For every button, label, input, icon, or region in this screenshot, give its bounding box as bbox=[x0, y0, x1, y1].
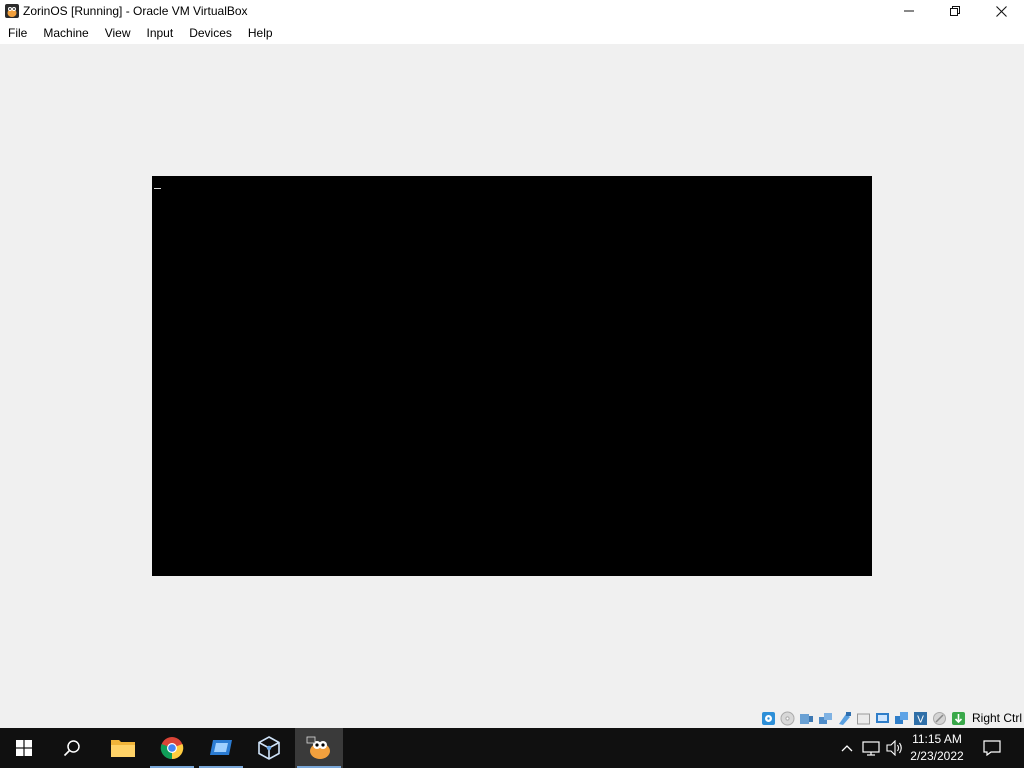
cpu-icon[interactable]: V bbox=[913, 711, 928, 726]
zorinos-vm-button[interactable] bbox=[295, 728, 343, 768]
menu-input[interactable]: Input bbox=[139, 22, 182, 44]
window-title: ZorinOS [Running] - Oracle VM VirtualBox bbox=[23, 4, 248, 18]
network-tray-button[interactable] bbox=[861, 728, 881, 768]
notifications-button[interactable] bbox=[978, 728, 1006, 768]
clock[interactable]: 11:15 AM 2/23/2022 bbox=[902, 728, 972, 768]
virtualbox-manager-button[interactable] bbox=[197, 728, 245, 768]
minimize-button[interactable] bbox=[886, 0, 932, 22]
menu-file[interactable]: File bbox=[0, 22, 35, 44]
file-explorer-button[interactable] bbox=[99, 728, 147, 768]
clock-time: 11:15 AM bbox=[912, 732, 962, 746]
chrome-button[interactable] bbox=[148, 728, 196, 768]
statusbar: V Right Ctrl bbox=[0, 708, 1024, 728]
virtualbox-icon bbox=[258, 736, 280, 760]
menubar: File Machine View Input Devices Help bbox=[0, 22, 1024, 44]
network-icon[interactable] bbox=[818, 711, 833, 726]
clock-date: 2/23/2022 bbox=[910, 749, 964, 763]
windows-taskbar: 11:15 AM 2/23/2022 bbox=[0, 728, 1024, 768]
hard-disk-icon[interactable] bbox=[761, 711, 776, 726]
usb-icon[interactable] bbox=[837, 711, 852, 726]
text-cursor bbox=[154, 188, 161, 189]
vm-screen[interactable] bbox=[152, 176, 872, 576]
shared-folders-icon[interactable] bbox=[856, 711, 871, 726]
search-button[interactable] bbox=[48, 728, 96, 768]
start-button[interactable] bbox=[0, 728, 48, 768]
recording-icon[interactable] bbox=[894, 711, 909, 726]
audio-icon[interactable] bbox=[799, 711, 814, 726]
network-icon bbox=[862, 741, 880, 756]
display-icon[interactable] bbox=[875, 711, 890, 726]
virtualbox-vm-icon[interactable] bbox=[4, 3, 20, 19]
remote-desktop-icon bbox=[210, 740, 232, 755]
vm-window-icon bbox=[306, 736, 330, 759]
mouse-integration-icon[interactable] bbox=[932, 711, 947, 726]
windows-logo-icon bbox=[16, 740, 32, 756]
optical-drive-icon[interactable] bbox=[780, 711, 795, 726]
restore-button[interactable] bbox=[932, 0, 978, 22]
notification-icon bbox=[983, 740, 1001, 756]
chrome-icon bbox=[160, 737, 184, 760]
window-titlebar: ZorinOS [Running] - Oracle VM VirtualBox bbox=[0, 0, 1024, 22]
search-icon bbox=[63, 740, 80, 757]
menu-help[interactable]: Help bbox=[240, 22, 281, 44]
vm-display-area bbox=[0, 44, 1024, 708]
host-key-label: Right Ctrl bbox=[971, 711, 1022, 725]
keyboard-capture-icon[interactable] bbox=[951, 711, 966, 726]
folder-icon bbox=[111, 740, 135, 757]
menu-devices[interactable]: Devices bbox=[181, 22, 240, 44]
menu-view[interactable]: View bbox=[97, 22, 139, 44]
menu-machine[interactable]: Machine bbox=[35, 22, 96, 44]
show-hidden-icons-button[interactable] bbox=[838, 728, 856, 768]
chevron-up-icon bbox=[841, 745, 853, 752]
virtualbox-button[interactable] bbox=[245, 728, 293, 768]
close-button[interactable] bbox=[978, 0, 1024, 22]
svg-text:V: V bbox=[917, 714, 924, 725]
